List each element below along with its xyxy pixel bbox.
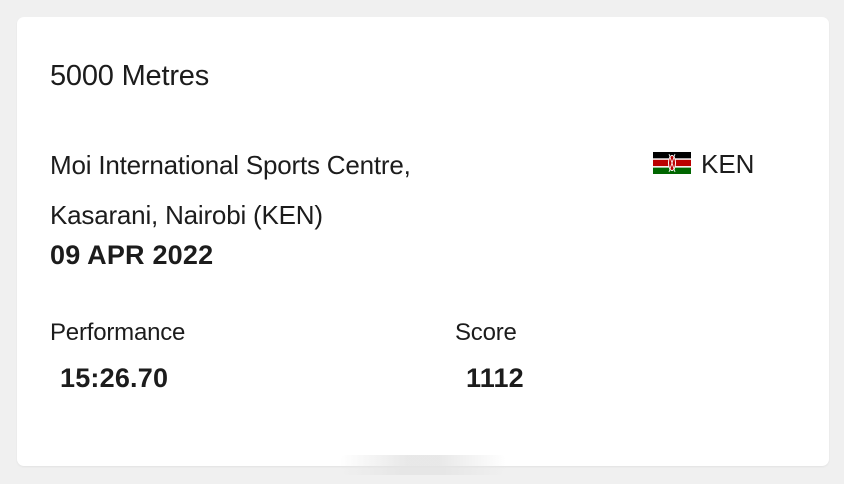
venue-line-2: Kasarani, Nairobi (KEN) xyxy=(50,200,323,230)
country: KEN xyxy=(653,146,754,180)
venue-line-1: Moi International Sports Centre, xyxy=(50,150,411,180)
scroll-indicator[interactable] xyxy=(340,455,506,475)
score-label: Score xyxy=(455,319,517,346)
venue: Moi International Sports Centre, Kasaran… xyxy=(50,140,530,240)
performance-value: 15:26.70 xyxy=(60,363,169,393)
country-code: KEN xyxy=(701,149,755,179)
performance-label: Performance xyxy=(50,319,186,346)
competition-date: 09 APR 2022 xyxy=(50,240,214,270)
event-title: 5000 Metres xyxy=(50,60,209,92)
kenya-flag-icon xyxy=(653,152,691,174)
score-value: 1112 xyxy=(466,363,524,393)
result-card: 5000 Metres Moi International Sports Cen… xyxy=(17,17,829,466)
